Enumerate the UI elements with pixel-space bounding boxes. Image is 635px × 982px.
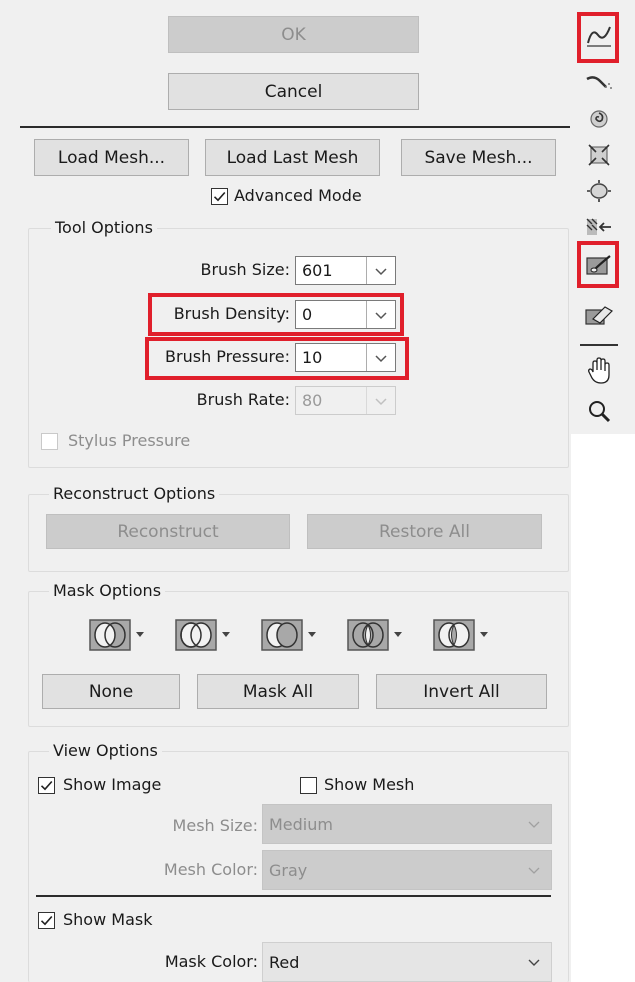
mask-options-legend: Mask Options — [49, 581, 166, 600]
show-mask-checkbox[interactable] — [38, 912, 55, 929]
twirl-clockwise-tool-icon — [590, 110, 608, 128]
liquify-options-panel: OK Cancel Load Mesh... Load Last Mesh Sa… — [0, 0, 571, 982]
zoom-tool-icon — [589, 401, 611, 423]
view-options-legend: View Options — [49, 741, 162, 760]
show-mesh-checkbox[interactable] — [300, 777, 317, 794]
mask-replace-selection-icon — [89, 619, 144, 651]
show-image-label: Show Image — [63, 775, 162, 794]
mesh-size-label: Mesh Size: — [172, 816, 258, 835]
section-divider — [20, 126, 571, 128]
show-mask-label: Show Mask — [63, 910, 153, 929]
twirl-clockwise-tool[interactable] — [582, 104, 616, 134]
reconstruct-tool[interactable] — [582, 68, 616, 98]
tool-options-legend: Tool Options — [51, 218, 157, 237]
thaw-mask-tool[interactable] — [582, 300, 616, 330]
forward-warp-tool-highlight — [577, 12, 619, 63]
restore-all-button[interactable]: Restore All — [307, 514, 542, 549]
brush-rate-value: 80 — [302, 391, 323, 410]
liquify-toolbar — [570, 0, 635, 434]
brush-pressure-highlight — [145, 337, 409, 380]
load-mesh-button[interactable]: Load Mesh... — [34, 139, 189, 176]
thaw-mask-tool-icon — [585, 306, 613, 325]
load-last-mesh-button[interactable]: Load Last Mesh — [205, 139, 380, 176]
stylus-pressure-checkbox[interactable] — [41, 433, 58, 450]
mesh-size-value: Medium — [269, 814, 333, 834]
save-mesh-button[interactable]: Save Mesh... — [401, 139, 556, 176]
view-options-divider — [36, 895, 551, 897]
mesh-color-value: Gray — [269, 860, 308, 880]
reconstruct-tool-icon — [586, 76, 612, 89]
mesh-color-select[interactable]: Gray — [262, 850, 552, 890]
mask-intersect-selection-button[interactable] — [347, 619, 407, 651]
stylus-pressure-label: Stylus Pressure — [68, 431, 191, 450]
chevron-down-icon — [375, 267, 387, 275]
mask-color-label: Mask Color: — [164, 952, 258, 971]
brush-rate-label: Brush Rate: — [196, 390, 290, 409]
brush-rate-field[interactable]: 80 — [295, 386, 396, 415]
mask-add-to-selection-button[interactable] — [175, 619, 235, 651]
mask-subtract-from-selection-icon — [261, 619, 316, 651]
bloat-tool-icon — [587, 180, 611, 202]
checkmark-icon — [213, 191, 226, 202]
push-left-tool[interactable] — [582, 212, 616, 242]
reconstruct-options-legend: Reconstruct Options — [49, 484, 220, 503]
freeze-mask-tool-highlight — [577, 241, 619, 288]
mask-color-value: Red — [269, 952, 300, 972]
brush-size-value: 601 — [302, 261, 333, 280]
show-mesh-label: Show Mesh — [324, 775, 415, 794]
toolbar-divider — [580, 344, 618, 346]
hand-tool-icon — [588, 357, 610, 384]
chevron-down-icon — [528, 959, 540, 966]
mask-all-button[interactable]: Mask All — [197, 674, 359, 709]
zoom-tool[interactable] — [582, 396, 616, 426]
advanced-mode-label: Advanced Mode — [234, 186, 362, 205]
mesh-color-label: Mesh Color: — [163, 860, 258, 879]
mask-replace-selection-button[interactable] — [89, 619, 149, 651]
ok-button[interactable]: OK — [168, 16, 419, 53]
show-image-checkbox[interactable] — [38, 777, 55, 794]
mask-add-to-selection-icon — [175, 619, 230, 651]
mask-subtract-from-selection-button[interactable] — [261, 619, 321, 651]
chevron-down-icon — [528, 867, 540, 874]
brush-size-dropdown[interactable] — [366, 257, 395, 284]
invert-all-button[interactable]: Invert All — [376, 674, 547, 709]
pucker-tool-icon — [588, 144, 610, 166]
hand-tool[interactable] — [582, 356, 616, 386]
pucker-tool[interactable] — [582, 140, 616, 170]
mask-none-button[interactable]: None — [42, 674, 180, 709]
mask-invert-selection-button[interactable] — [433, 619, 493, 651]
brush-size-field[interactable]: 601 — [295, 256, 396, 285]
chevron-down-icon — [528, 821, 540, 828]
bloat-tool[interactable] — [582, 176, 616, 206]
checkmark-icon — [40, 780, 53, 791]
brush-density-highlight — [148, 293, 404, 336]
mask-intersect-selection-icon — [347, 619, 402, 651]
brush-rate-dropdown[interactable] — [366, 387, 395, 414]
reconstruct-button[interactable]: Reconstruct — [46, 514, 290, 549]
mesh-size-select[interactable]: Medium — [262, 804, 552, 844]
push-left-tool-icon — [586, 218, 611, 235]
mask-color-select[interactable]: Red — [262, 942, 552, 982]
mask-invert-selection-icon — [433, 619, 488, 651]
checkmark-icon — [40, 915, 53, 926]
cancel-button[interactable]: Cancel — [168, 73, 419, 110]
chevron-down-icon — [375, 397, 387, 405]
brush-size-label: Brush Size: — [200, 260, 291, 279]
advanced-mode-checkbox[interactable] — [211, 188, 228, 205]
